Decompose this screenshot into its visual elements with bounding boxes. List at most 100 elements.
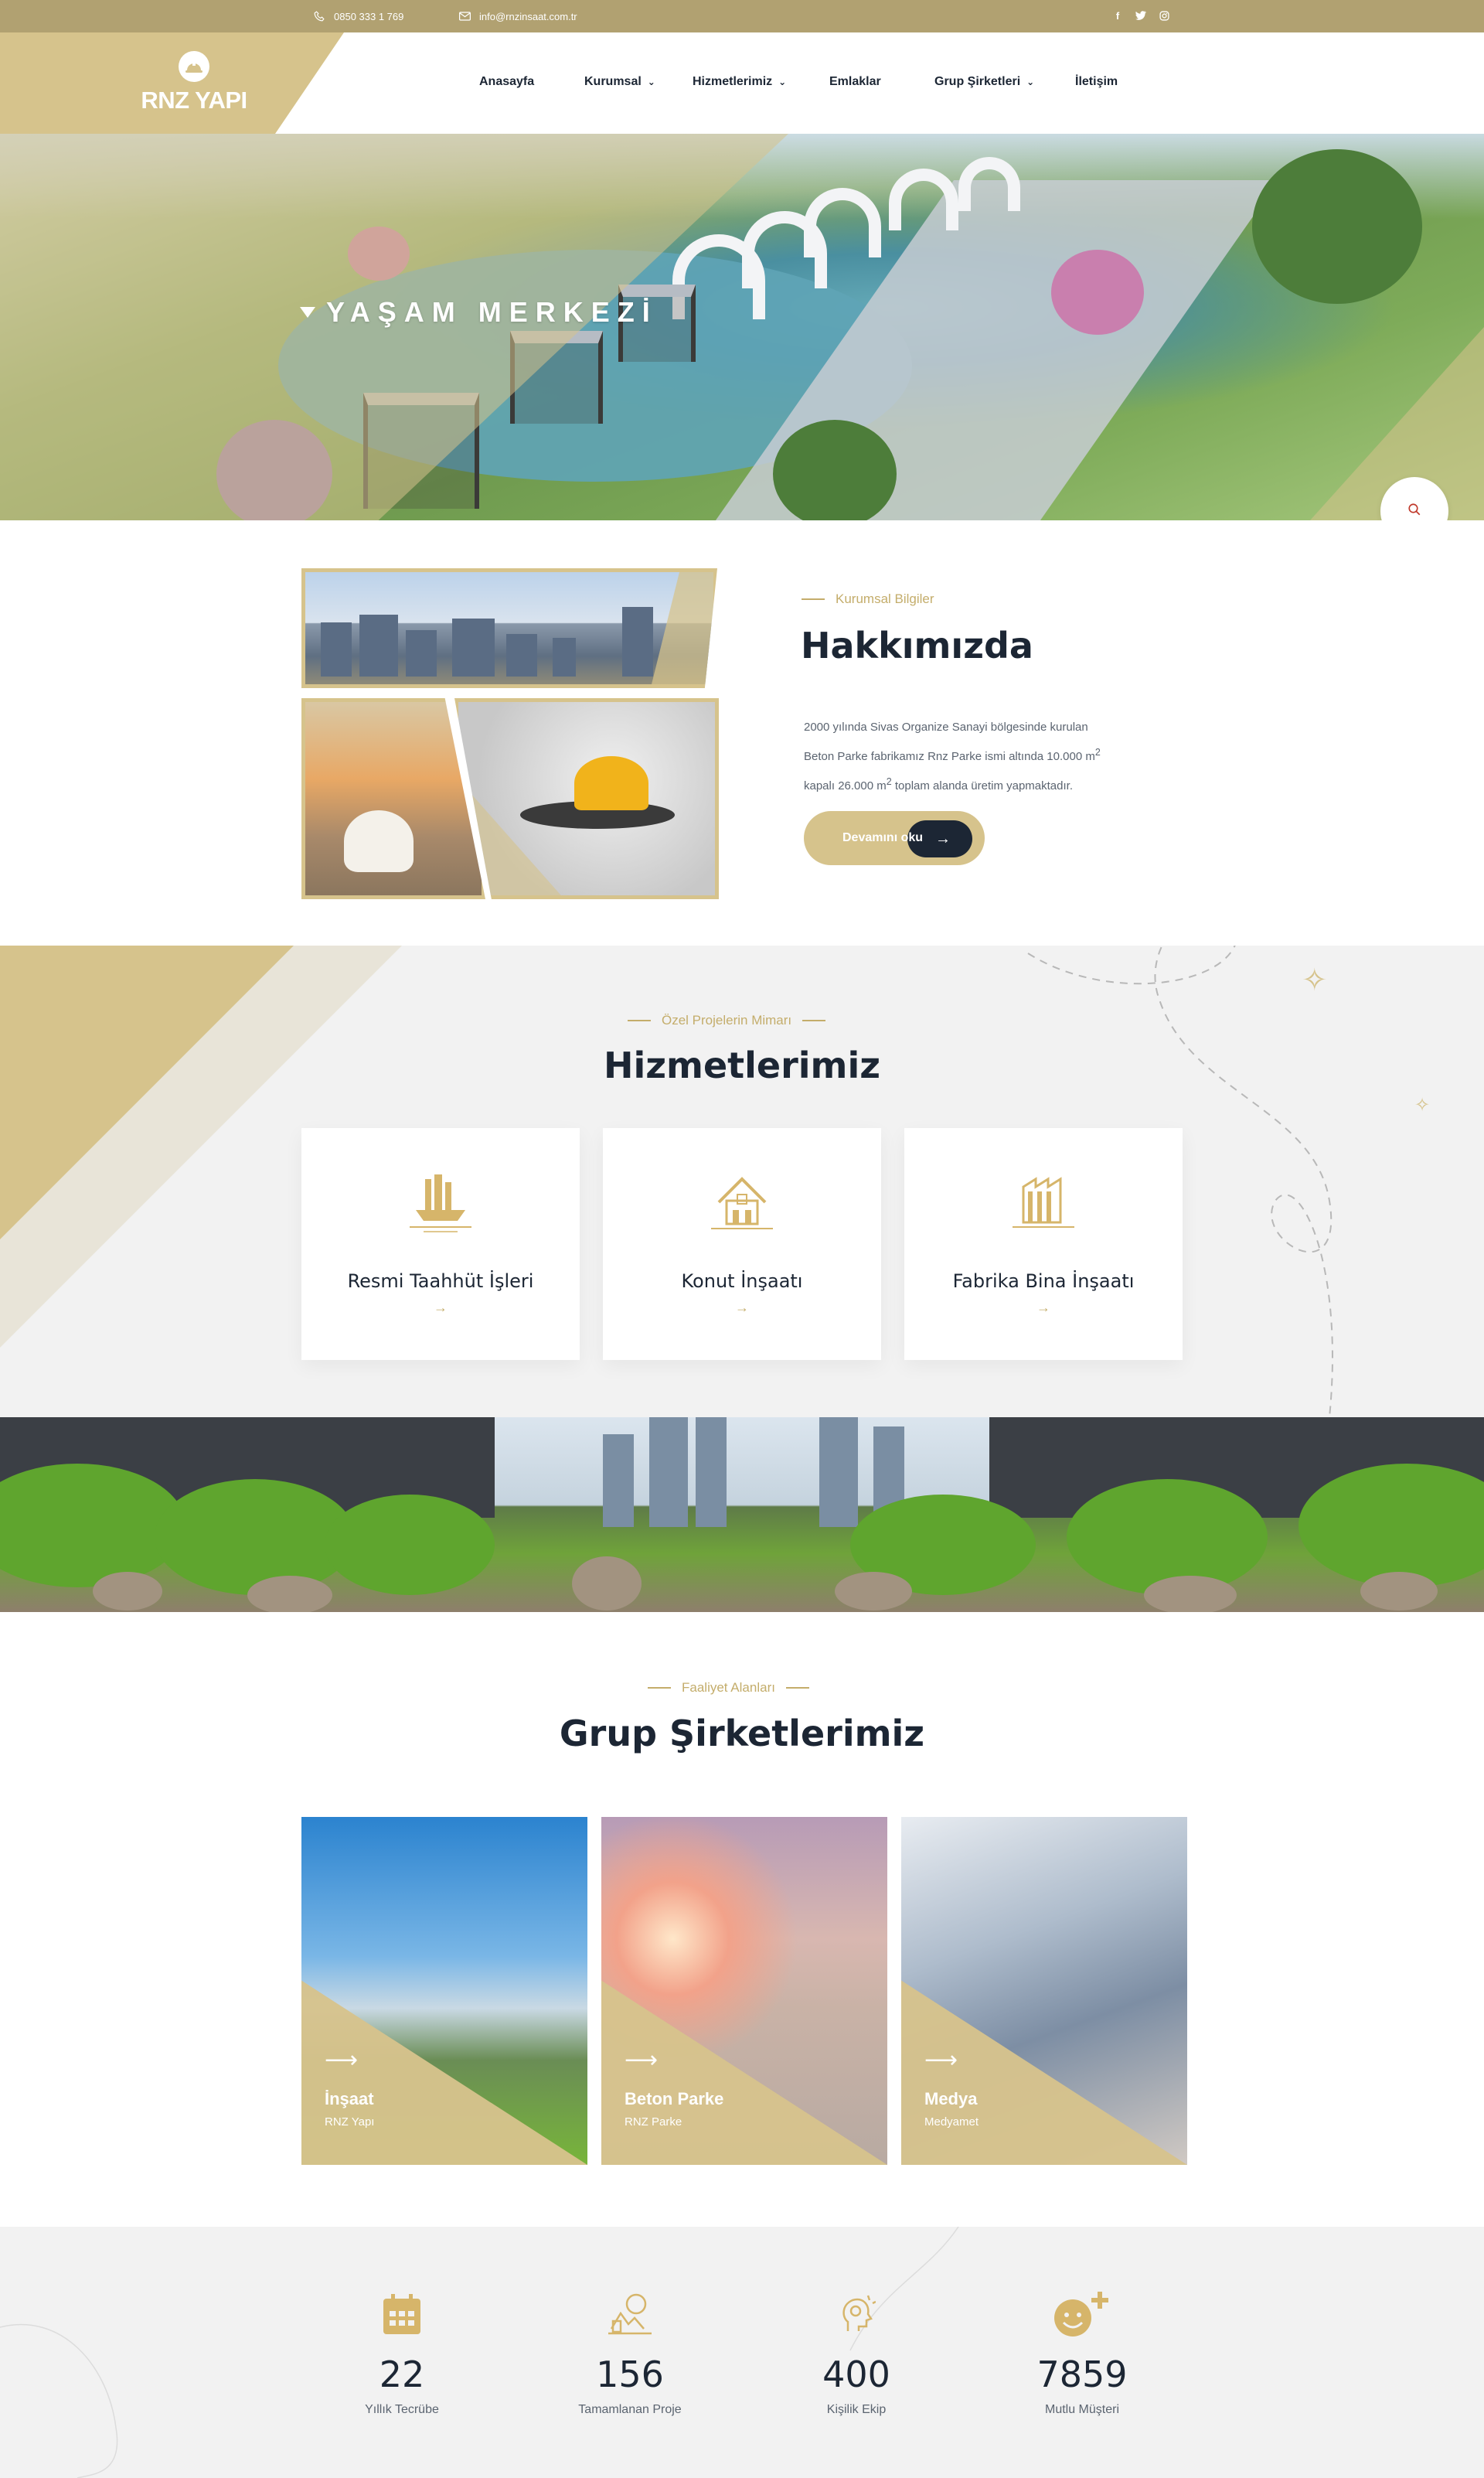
plus-decor-icon: ✧ <box>1414 1095 1431 1116</box>
envelope-icon <box>458 9 471 23</box>
about-text-line: kapalı 26.000 m <box>804 779 887 792</box>
nav-item-emlaklar[interactable]: Emlaklar <box>829 75 934 89</box>
hero-slider: YAŞAM MERKEZİ <box>0 134 1484 520</box>
counters-section: 22 Yıllık Tecrübe 156 Tamamlanan Proje 4… <box>0 2227 1484 2478</box>
counter-value: 400 <box>822 2354 890 2395</box>
company-sub: Medyamet <box>924 2115 979 2129</box>
kicker-dash <box>802 598 825 600</box>
company-card[interactable]: ⟶ Medya Medyamet <box>901 1817 1187 2165</box>
hero-arch-shape <box>804 188 881 257</box>
counter-label: Kişilik Ekip <box>826 2403 887 2416</box>
phone-contact[interactable]: 0850 333 1 769 <box>312 9 403 23</box>
hero-title: YAŞAM MERKEZİ <box>300 296 658 329</box>
chevron-down-icon: ⌄ <box>1026 77 1035 87</box>
rock-shape <box>572 1556 642 1611</box>
group-title: Grup Şirketlerimiz <box>559 1713 925 1754</box>
company-card[interactable]: ⟶ Beton Parke RNZ Parke <box>601 1817 887 2165</box>
company-name: İnşaat <box>325 2089 374 2108</box>
company-name: Beton Parke <box>625 2089 724 2108</box>
nav-item-iletisim[interactable]: İletişim <box>1075 75 1118 89</box>
hero-blossom-shape <box>1051 250 1144 335</box>
park-banner-image <box>0 1417 1484 1612</box>
about-text-line: toplam alanda üretim yapmaktadır. <box>891 779 1073 792</box>
arrow-right-icon: → <box>1036 1300 1050 1315</box>
project-icon <box>537 2287 723 2341</box>
read-more-label: Devamını oku <box>842 831 924 844</box>
hero-arch-shape <box>889 169 958 230</box>
rock-shape <box>247 1576 332 1612</box>
plus-decor-icon: ✧ <box>1302 963 1328 997</box>
facebook-icon[interactable]: f <box>1110 8 1125 23</box>
arrow-right-icon: ⟶ <box>924 2047 958 2073</box>
chevron-down-icon: ⌄ <box>647 77 655 87</box>
services-kicker-text: Özel Projelerin Mimarı <box>662 1013 792 1028</box>
nav-label: Anasayfa <box>479 75 535 88</box>
helmet-shape <box>344 810 414 872</box>
factory-icon <box>1005 1164 1082 1241</box>
counter-label: Tamamlanan Proje <box>578 2403 682 2416</box>
image-gold-overlay <box>652 572 713 684</box>
building-shape <box>452 619 495 677</box>
happy-face-plus-icon <box>989 2287 1175 2341</box>
read-more-button[interactable]: → Devamını oku <box>804 811 985 865</box>
group-kicker: Faaliyet Alanları <box>648 1680 809 1696</box>
hero-tree-shape <box>1252 149 1422 304</box>
building-shape <box>406 630 437 677</box>
nav-item-grup-sirketleri[interactable]: Grup Şirketleri ⌄ <box>934 75 1075 89</box>
city-skyline-image <box>301 568 717 688</box>
email-contact[interactable]: info@rnzinsaat.com.tr <box>458 9 577 23</box>
counter-item: 7859 Mutlu Müşteri <box>989 2287 1175 2417</box>
line-decor <box>0 2227 959 2478</box>
services-section: ✧ ✧ Özel Projelerin Mimarı Hizmetlerimiz… <box>0 946 1484 1417</box>
counter-value: 7859 <box>1036 2354 1128 2395</box>
calendar-icon <box>309 2287 495 2341</box>
service-title: Fabrika Bina İnşaatı <box>952 1270 1135 1292</box>
nav-label: İletişim <box>1075 75 1118 88</box>
nav-label: Hizmetlerimiz <box>693 75 773 88</box>
nav-label: Kurumsal <box>584 75 642 88</box>
engineer-image <box>301 698 485 899</box>
service-card[interactable]: Fabrika Bina İnşaatı → <box>904 1128 1183 1360</box>
counter-item: 22 Yıllık Tecrübe <box>309 2287 495 2417</box>
about-title: Hakkımızda <box>801 625 1033 666</box>
top-bar: 0850 333 1 769 info@rnzinsaat.com.tr f <box>0 0 1484 32</box>
service-card[interactable]: Resmi Taahhüt İşleri → <box>301 1128 580 1360</box>
house-icon <box>703 1164 781 1241</box>
about-text: 2000 yılında Sivas Organize Sanayi bölge… <box>804 715 1190 799</box>
company-sub: RNZ Parke <box>625 2115 682 2129</box>
site-logo[interactable]: RNZ YAPI <box>136 51 252 114</box>
hero-gold-overlay <box>1310 327 1484 520</box>
nav-item-anasayfa[interactable]: Anasayfa <box>479 75 584 89</box>
counter-item: 156 Tamamlanan Proje <box>537 2287 723 2417</box>
rock-shape <box>93 1572 162 1611</box>
service-title: Konut İnşaatı <box>681 1270 803 1292</box>
building-shape <box>622 607 653 677</box>
arrow-right-icon: ⟶ <box>325 2047 359 2073</box>
company-name: Medya <box>924 2089 978 2108</box>
nav-label: Grup Şirketleri <box>934 75 1021 88</box>
site-header: RNZ YAPI Anasayfa Kurumsal ⌄ Hizmetlerimi… <box>0 32 1484 134</box>
kicker-dash <box>785 1687 809 1689</box>
kicker-dash <box>648 1687 671 1689</box>
search-icon <box>1407 503 1421 520</box>
group-companies-section: Faaliyet Alanları Grup Şirketlerimiz ⟶ İ… <box>0 1612 1484 2227</box>
phone-number: 0850 333 1 769 <box>334 10 404 22</box>
counter-item: 400 Kişilik Ekip <box>764 2287 949 2417</box>
kicker-dash <box>628 1020 651 1021</box>
nav-item-hizmetlerimiz[interactable]: Hizmetlerimiz ⌄ <box>693 75 829 89</box>
service-card[interactable]: Konut İnşaatı → <box>603 1128 881 1360</box>
ship-building-icon <box>402 1164 479 1241</box>
nav-item-kurumsal[interactable]: Kurumsal ⌄ <box>584 75 693 89</box>
instagram-icon[interactable] <box>1156 8 1172 23</box>
triangle-down-icon <box>300 307 315 318</box>
social-links: f <box>1110 8 1172 23</box>
services-title: Hizmetlerimiz <box>603 1045 881 1086</box>
company-card[interactable]: ⟶ İnşaat RNZ Yapı <box>301 1817 587 2165</box>
phone-icon <box>312 9 326 23</box>
main-nav: Anasayfa Kurumsal ⌄ Hizmetlerimiz ⌄ Emlakl… <box>479 75 1118 89</box>
about-text-line: 2000 yılında Sivas Organize Sanayi bölge… <box>804 721 1088 734</box>
tower-shape <box>819 1417 858 1527</box>
twitter-icon[interactable] <box>1133 8 1149 23</box>
tower-shape <box>696 1417 727 1527</box>
about-text-line: Beton Parke fabrikamız Rnz Parke ismi al… <box>804 750 1095 763</box>
